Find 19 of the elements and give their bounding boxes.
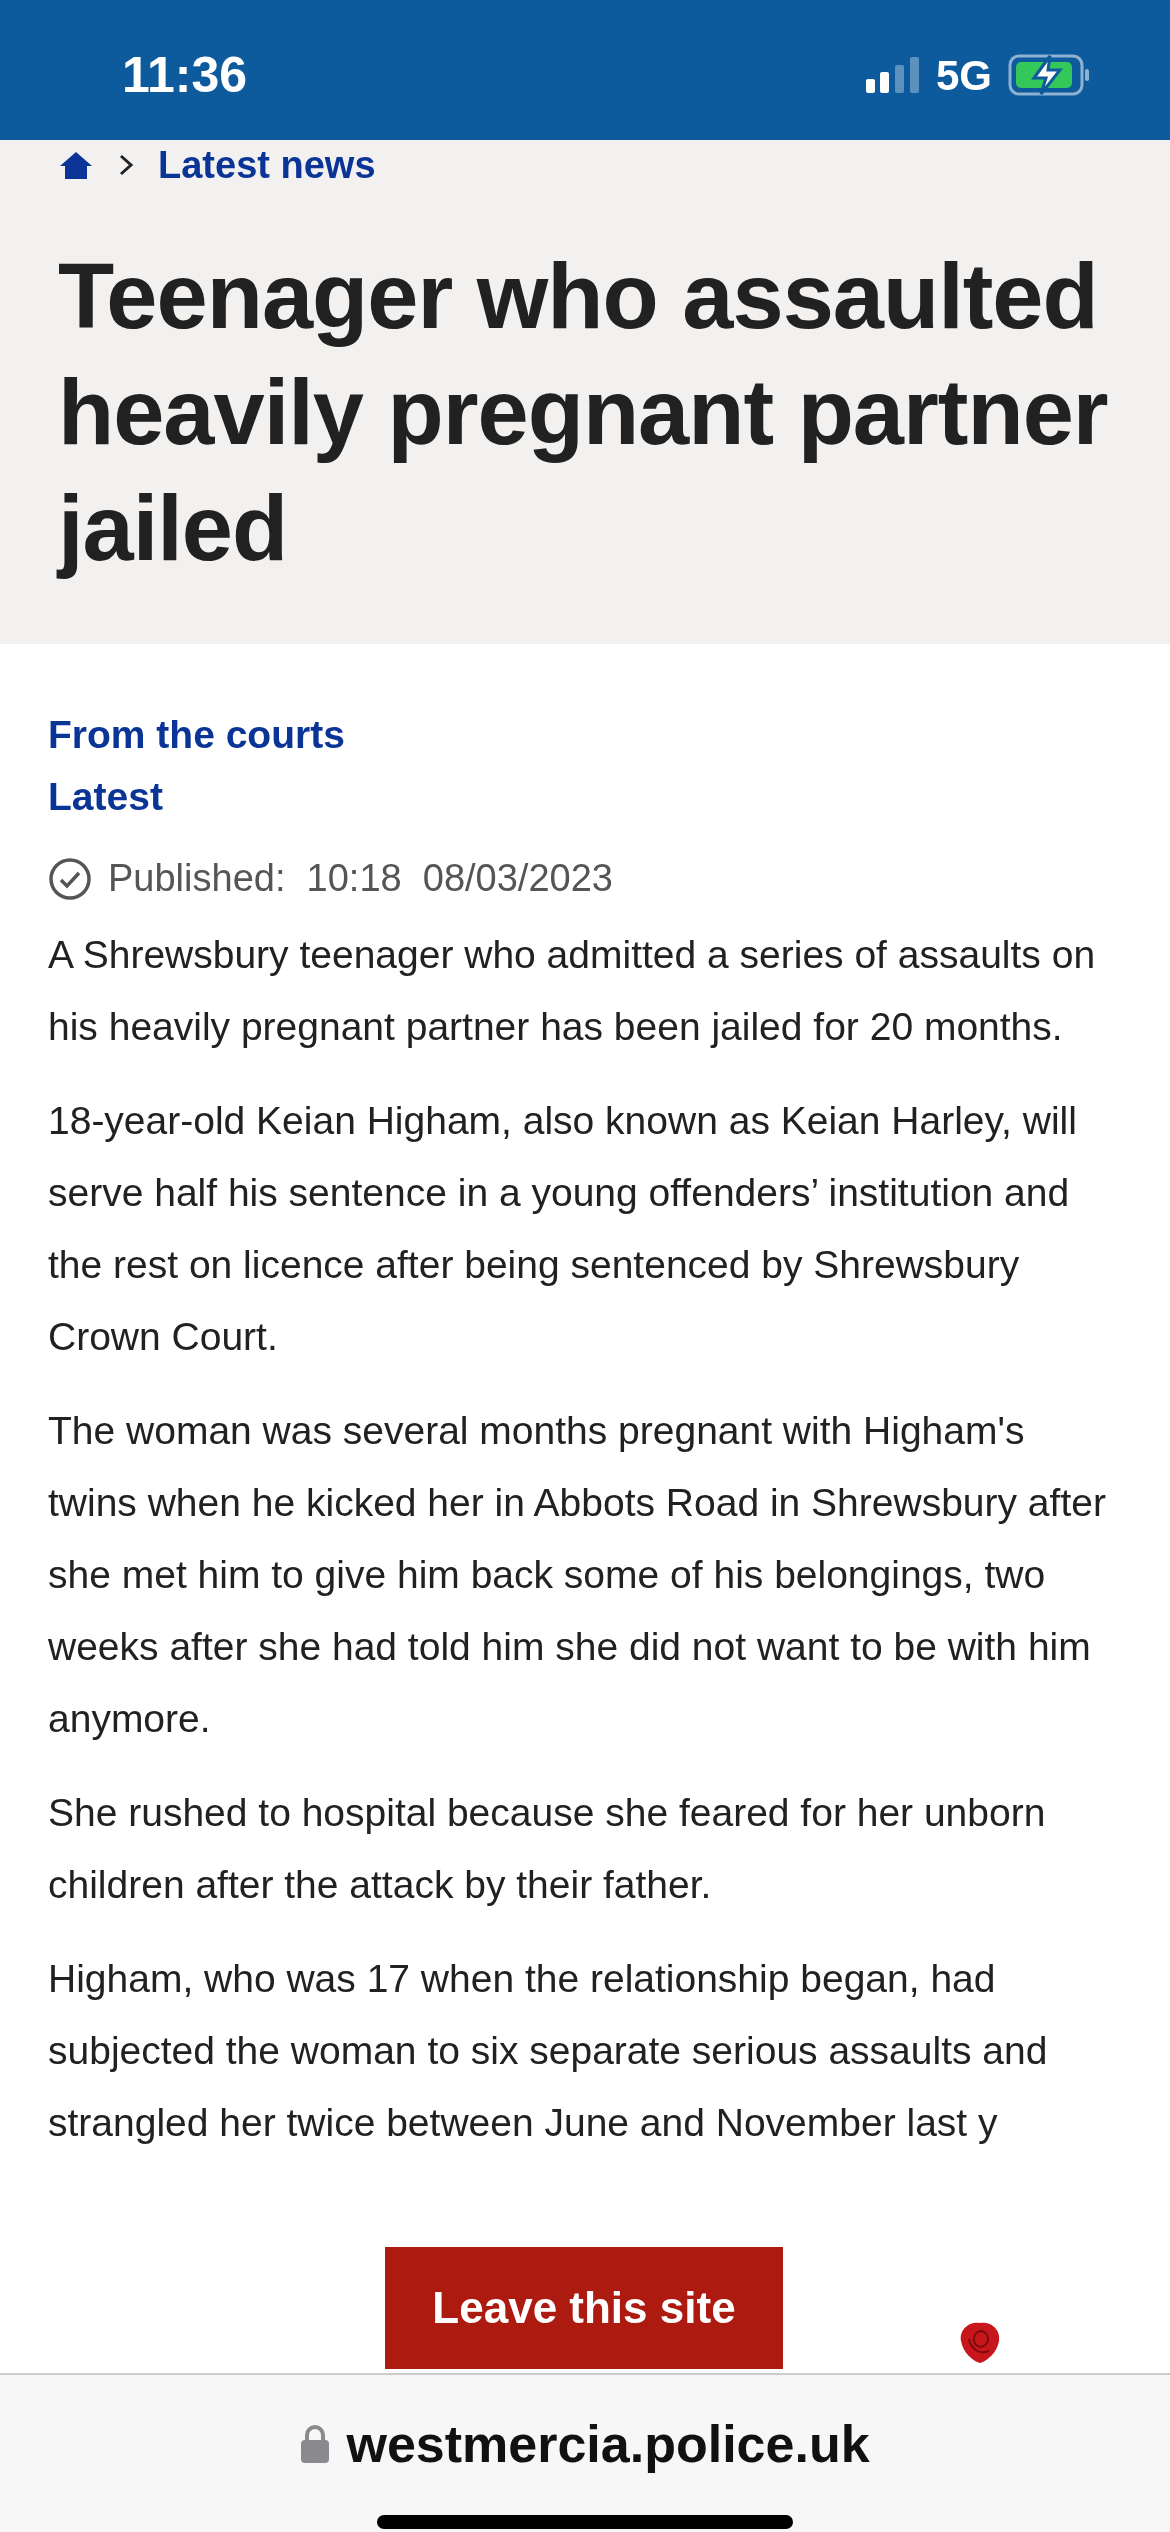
article-paragraph: 18-year-old Keian Higham, also known as Keian Harley, will serve half his sentence in a young offenders’ institution and the rest on licence after being sentenced by Shrewsbury Crown Court.	[48, 1098, 1078, 1360]
leave-site-button[interactable]: Leave this site	[385, 2247, 783, 2369]
signal-icon	[865, 57, 920, 93]
network-label: 5G	[935, 50, 992, 101]
article-paragraph: Higham, who was 17 when the relationship began, had subjected the woman to six separate serious assaults and strangled her twice between June and November last y	[48, 1956, 1049, 2146]
article-paragraph: A Shrewsbury teenager who admitted a series of assaults on his heavily pregnant partner has been jailed for 20 months.	[48, 932, 1097, 1050]
article-title: Teenager who assaulted heavily pregnant partner jailed	[58, 244, 1109, 581]
category-link[interactable]: Latest	[48, 766, 163, 828]
check-circle-icon	[48, 856, 92, 901]
published-date: Published: 10:18 08/03/2023	[108, 856, 613, 901]
chevron-icon	[118, 153, 134, 177]
lock-icon	[300, 2424, 331, 2464]
battery-icon	[1008, 54, 1090, 96]
article-paragraph: She rushed to hospital because she feared for her unborn children after the attack by their father.	[48, 1790, 1047, 1908]
home-icon[interactable]	[58, 150, 94, 180]
article-paragraph: The woman was several months pregnant with Higham's twins when he kicked her in Abbots Road in Shrewsbury after she met him to give him back some of his belongings, two weeks after she had told him she did not want to be with him anymore.	[48, 1408, 1107, 1742]
category-link[interactable]: From the courts	[48, 704, 345, 766]
status-time: 11:36	[122, 45, 248, 105]
breadcrumb-link[interactable]: Latest news	[158, 136, 376, 194]
